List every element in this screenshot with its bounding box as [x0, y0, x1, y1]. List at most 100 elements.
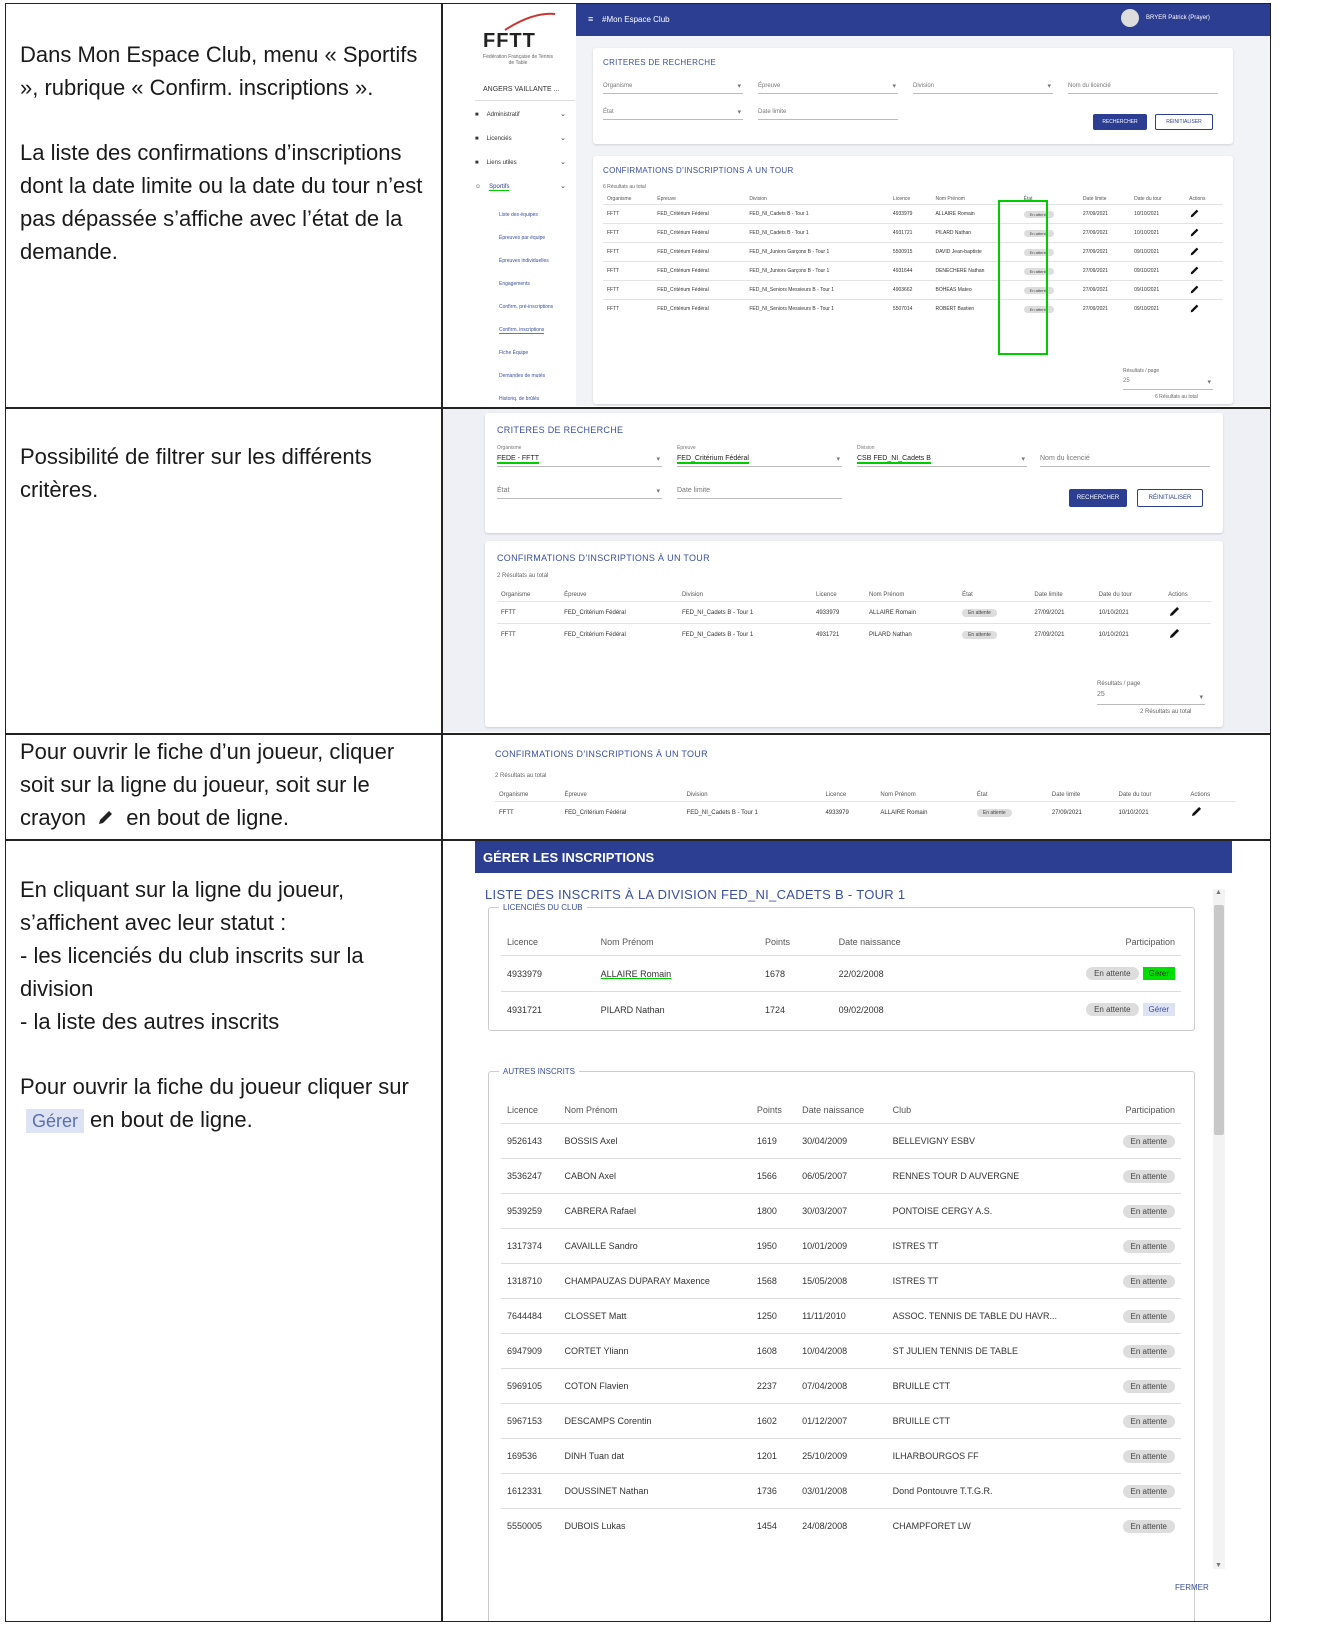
etat-select[interactable]: État ▾: [497, 483, 662, 499]
division-select[interactable]: Division CSB FED_NI_Cadets B ▾: [857, 445, 1027, 467]
close-button[interactable]: FERMER: [1175, 1583, 1209, 1592]
status-badge: En attente: [1122, 1274, 1175, 1288]
edit-button[interactable]: [1189, 304, 1200, 316]
table-row[interactable]: 1318710 CHAMPAUZAS DUPARAY Maxence 1568 15/…: [501, 1263, 1181, 1299]
table-cell: 07/04/2008: [802, 1381, 848, 1391]
menu-icon: ☺: [475, 184, 482, 190]
pencil-icon[interactable]: [1189, 265, 1200, 276]
submenu-item[interactable]: Épreuves individuelles: [499, 258, 549, 264]
caret-icon: ▾: [737, 109, 741, 116]
table-row[interactable]: 5967153 DESCAMPS Corentin 1602 01/12/2007 BR…: [501, 1403, 1181, 1439]
table-header-row: Organisme Épreuve Division Licence Nom Préno…: [495, 789, 1235, 802]
gerer-button[interactable]: Gérer: [1142, 1003, 1175, 1017]
submenu-item[interactable]: Demandes de mutés: [499, 373, 545, 379]
criteria-title: CRITERES DE RECHERCHE: [603, 58, 716, 67]
pencil-icon[interactable]: [1189, 208, 1200, 219]
user-name[interactable]: BRYER Patrick (Prayer): [1146, 15, 1210, 21]
edit-button[interactable]: [1189, 285, 1200, 297]
edit-button[interactable]: [1168, 629, 1181, 642]
search-button[interactable]: RECHERCHER: [1093, 114, 1147, 130]
nom-input[interactable]: Nom du licencié: [1040, 449, 1210, 467]
table-row[interactable]: 169536 DINH Tuan dat 1201 25/10/2009 ILHARBO…: [501, 1438, 1181, 1474]
modal-header-title: GÉRER LES INSCRIPTIONS: [483, 850, 655, 865]
table-cell: 169536: [507, 1451, 538, 1461]
organisme-select[interactable]: Organisme ▾: [603, 80, 743, 94]
table-row[interactable]: 7644484 CLOSSET Matt 1250 11/11/2010 ASSOC. …: [501, 1298, 1181, 1334]
table-row[interactable]: 5550005 DUBOIS Lukas 1454 24/08/2008 CHAMPFO…: [501, 1508, 1181, 1544]
pencil-icon[interactable]: [1189, 303, 1200, 314]
table-row[interactable]: FFTT FED_Critérium Fédéral FED_NI_Seniors …: [603, 280, 1223, 300]
submenu-item[interactable]: Confirm. inscriptions: [499, 327, 545, 334]
table-cell: 09/10/2021: [1134, 268, 1160, 274]
submenu-item[interactable]: Confirm. pré-inscriptions: [499, 304, 553, 310]
reset-button[interactable]: RÉINITIALISER: [1137, 489, 1203, 507]
sidebar-item[interactable]: ■ Licenciés ⌄: [475, 135, 570, 150]
submenu-item[interactable]: Épreuves par équipe: [499, 235, 545, 241]
table-row[interactable]: 6947909 CORTET Yliann 1608 10/04/2008 ST JUL…: [501, 1333, 1181, 1369]
epreuve-select[interactable]: Épreuve FED_Critérium Fédéral ▾: [677, 445, 842, 467]
table-row[interactable]: 9526143 BOSSIS Axel 1619 30/04/2009 BELLEVIG…: [501, 1123, 1181, 1159]
per-page-select[interactable]: 25 ▾: [1097, 691, 1205, 705]
nom-input[interactable]: Nom du licencié: [1068, 80, 1218, 94]
epreuve-select[interactable]: Épreuve ▾: [758, 80, 898, 94]
scrollbar-thumb[interactable]: [1214, 905, 1224, 1135]
edit-button[interactable]: [1189, 209, 1200, 221]
edit-button[interactable]: [1190, 806, 1203, 820]
table-row[interactable]: 4933979 ALLAIRE Romain 1678 22/02/2008 En at…: [501, 955, 1181, 992]
table-row[interactable]: 1612331 DOUSSINET Nathan 1736 03/01/2008 Don…: [501, 1473, 1181, 1509]
table-row[interactable]: 5969105 COTON Flavien 2237 07/04/2008 BRUILL…: [501, 1368, 1181, 1404]
table-row[interactable]: FFTT FED_Critérium Fédéral FED_NI_Cadets B…: [603, 204, 1223, 224]
table-row[interactable]: 4931721 PILARD Nathan 1724 09/02/2008 En att…: [501, 991, 1181, 1028]
table-row[interactable]: FFTT FED_Critérium Fédéral FED_NI_Cadets B…: [497, 623, 1211, 646]
reset-button[interactable]: RÉINITIALISER: [1155, 114, 1213, 130]
submenu-item[interactable]: Liste des équipes: [499, 212, 538, 218]
column-header: Division: [686, 792, 708, 798]
division-select[interactable]: Division ▾: [913, 80, 1053, 94]
per-page-select[interactable]: 25 ▾: [1123, 378, 1213, 390]
etat-select[interactable]: État ▾: [603, 106, 743, 120]
pencil-icon[interactable]: [1190, 805, 1203, 818]
club-selector[interactable]: ANGERS VAILLANTE ...: [483, 86, 560, 93]
date-input[interactable]: Date limite: [758, 106, 898, 120]
result-count: 2 Résultats au total: [495, 773, 547, 779]
organisme-select[interactable]: Organisme FEDE - FFTT ▾: [497, 445, 662, 467]
edit-button[interactable]: [1189, 266, 1200, 278]
edit-button[interactable]: [1189, 228, 1200, 240]
pencil-icon[interactable]: [1189, 284, 1200, 295]
submenu-item[interactable]: Engagements: [499, 281, 530, 287]
pencil-icon[interactable]: [1189, 227, 1200, 238]
date-input[interactable]: Date limite: [677, 483, 842, 499]
edit-button[interactable]: [1189, 247, 1200, 259]
pencil-icon[interactable]: [1168, 627, 1181, 640]
sidebar-item[interactable]: ■ Liens utiles ⌄: [475, 159, 570, 174]
submenu-item[interactable]: Historiq. de brûlés: [499, 396, 539, 402]
avatar[interactable]: [1121, 9, 1139, 27]
table-row[interactable]: FFTT FED_Critérium Fédéral FED_NI_Seniors …: [603, 299, 1223, 319]
table-row[interactable]: FFTT FED_Critérium Fédéral FED_NI_Cadets B…: [497, 601, 1211, 624]
submenu-item[interactable]: Fiche Équipe: [499, 350, 528, 356]
table-row[interactable]: FFTT FED_Critérium Fédéral FED_NI_Cadets B…: [603, 223, 1223, 243]
table-row[interactable]: 1317374 CAVAILLE Sandro 1950 10/01/2009 ISTR…: [501, 1228, 1181, 1264]
sidebar-item[interactable]: ■ Administratif ⌄: [475, 111, 570, 126]
hamburger-icon[interactable]: ≡: [588, 14, 593, 24]
table-row[interactable]: FFTT FED_Critérium Fédéral FED_NI_Juniors …: [603, 242, 1223, 262]
pencil-icon[interactable]: [1168, 605, 1181, 618]
column-header: Club: [892, 1105, 912, 1115]
table-cell: FFTT: [501, 609, 516, 616]
table-cell: 4933979: [507, 968, 543, 979]
table-row[interactable]: FFTT FED_Critérium Fédéral FED_NI_Cadets B…: [495, 801, 1235, 824]
label: Division: [857, 445, 875, 451]
sidebar: FFTT Fédération Française de Tennis de T…: [443, 4, 576, 406]
pencil-icon[interactable]: [1189, 246, 1200, 257]
edit-button[interactable]: [1168, 606, 1181, 620]
scrollbar[interactable]: ▲ ▼: [1213, 889, 1225, 1569]
search-button[interactable]: RECHERCHER: [1069, 489, 1127, 507]
table-cell: 11/11/2010: [802, 1311, 846, 1321]
table-row[interactable]: 3536247 CABON Axel 1566 06/05/2007 RENNES TO…: [501, 1158, 1181, 1194]
scroll-down-icon[interactable]: ▼: [1215, 1562, 1222, 1569]
table-row[interactable]: FFTT FED_Critérium Fédéral FED_NI_Juniors …: [603, 261, 1223, 281]
table-row[interactable]: 9539259 CABRERA Rafael 1800 30/03/2007 PONTO…: [501, 1193, 1181, 1229]
scroll-up-icon[interactable]: ▲: [1215, 889, 1222, 896]
gerer-button[interactable]: Gérer: [1142, 967, 1175, 980]
sidebar-item[interactable]: ☺ Sportifs ⌄: [475, 183, 570, 198]
